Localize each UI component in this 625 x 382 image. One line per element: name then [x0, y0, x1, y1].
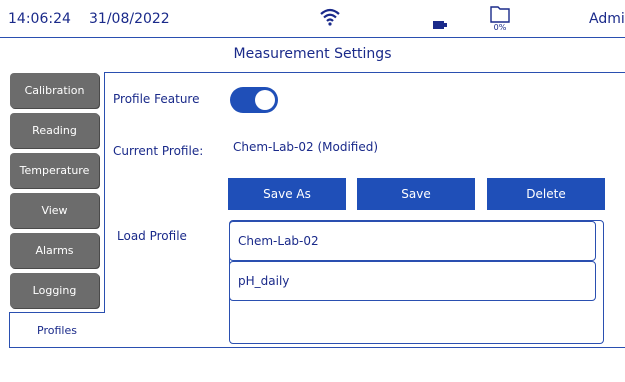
- list-item[interactable]: Chem-Lab-02: [229, 221, 596, 261]
- clock-time: 14:06:24: [8, 11, 71, 27]
- tab-temperature[interactable]: Temperature: [10, 153, 99, 188]
- status-bar: 14:06:24 31/08/2022 0% Admin: [0, 0, 625, 38]
- load-profile-label: Load Profile: [117, 229, 187, 243]
- page-header: Measurement Settings: [0, 39, 625, 71]
- toggle-knob: [255, 90, 275, 110]
- storage-percent: 0%: [493, 23, 507, 32]
- clock-date: 31/08/2022: [89, 11, 170, 27]
- delete-button[interactable]: Delete: [487, 178, 605, 210]
- save-as-button[interactable]: Save As: [228, 178, 346, 210]
- current-profile-label: Current Profile:: [113, 144, 204, 158]
- profile-feature-label: Profile Feature: [113, 92, 200, 106]
- save-button[interactable]: Save: [357, 178, 475, 210]
- wifi-icon: [320, 8, 340, 30]
- list-item[interactable]: pH_daily: [229, 261, 596, 301]
- current-profile-value: Chem-Lab-02 (Modified): [233, 140, 379, 154]
- storage-icon: 0%: [489, 4, 511, 36]
- tab-alarms[interactable]: Alarms: [10, 233, 99, 268]
- tab-view[interactable]: View: [10, 193, 99, 228]
- profile-feature-toggle[interactable]: [230, 87, 278, 113]
- user-name[interactable]: Admin: [589, 11, 625, 27]
- tab-logging[interactable]: Logging: [10, 273, 99, 308]
- tab-profiles[interactable]: Profiles: [10, 313, 104, 347]
- tab-calibration[interactable]: Calibration: [10, 73, 99, 108]
- tab-reading[interactable]: Reading: [10, 113, 99, 148]
- divider: [9, 347, 625, 348]
- battery-icon: [433, 14, 447, 33]
- page-title: Measurement Settings: [233, 46, 392, 62]
